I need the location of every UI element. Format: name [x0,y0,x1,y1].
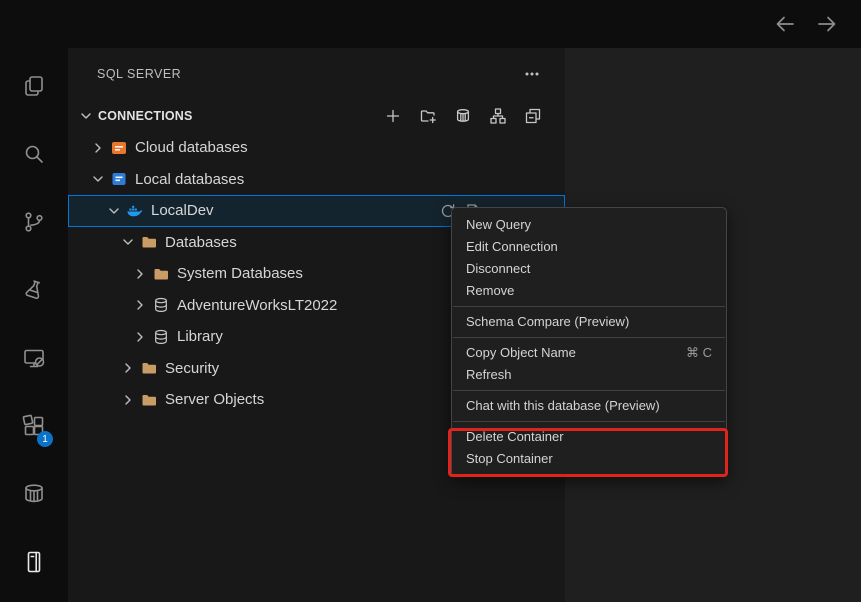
menu-item-copy-object-name[interactable]: Copy Object Name ⌘ C [452,342,726,364]
chevron-down-icon[interactable] [90,171,106,187]
chevron-right-icon[interactable] [132,297,148,313]
chevron-down-icon[interactable] [120,234,136,250]
chevron-right-icon[interactable] [132,266,148,282]
chevron-down-icon[interactable] [106,203,122,219]
folder-icon [153,266,169,282]
menu-item-label: Refresh [466,364,512,386]
menu-item-delete-container[interactable]: Delete Container [452,426,726,448]
new-connection-group-icon[interactable] [420,108,436,124]
source-control-icon [22,210,46,234]
ellipsis-icon [523,65,541,83]
folder-icon [141,234,157,250]
test-beaker-icon [22,278,46,302]
menu-item-stop-container[interactable]: Stop Container [452,448,726,470]
chevron-right-icon[interactable] [90,140,106,156]
tree-item-label: Databases [165,234,237,251]
activity-remote-explorer[interactable] [0,324,68,392]
add-connection-icon[interactable] [385,108,401,124]
arrow-right-icon [815,12,839,36]
remote-monitor-icon [22,346,46,370]
server-group-icon[interactable] [490,108,506,124]
container-icon [22,482,46,506]
activity-explorer[interactable] [0,52,68,120]
local-databases-icon [111,171,127,187]
sidebar-header: SQL SERVER [68,48,565,100]
menu-item-refresh[interactable]: Refresh [452,364,726,386]
activity-source-control[interactable] [0,188,68,256]
extensions-badge: 1 [37,431,53,447]
chevron-right-icon[interactable] [120,392,136,408]
menu-separator [453,421,725,422]
tree-item-label: System Databases [177,265,303,282]
menu-item-schema-compare[interactable]: Schema Compare (Preview) [452,311,726,333]
workbench: 1 SQL SERVER CONNECTIONS [0,48,861,602]
sql-server-icon [22,550,46,574]
sidebar-title: SQL SERVER [97,67,181,81]
tree-item-label: LocalDev [151,202,214,219]
tree-item-label: Server Objects [165,391,264,408]
folder-icon [141,360,157,376]
activity-extensions[interactable]: 1 [0,392,68,460]
tree-item-label: Cloud databases [135,139,248,156]
chevron-down-icon[interactable] [78,108,94,124]
menu-item-new-query[interactable]: New Query [452,214,726,236]
collapse-all-icon[interactable] [525,108,541,124]
menu-item-remove[interactable]: Remove [452,280,726,302]
menu-separator [453,390,725,391]
activity-containers[interactable] [0,460,68,528]
activity-testing[interactable] [0,256,68,324]
explorer-icon [22,74,46,98]
navigate-back-button[interactable] [773,12,797,36]
titlebar [0,0,861,48]
chevron-right-icon[interactable] [132,329,148,345]
database-icon [153,329,169,345]
menu-separator [453,306,725,307]
more-actions-button[interactable] [523,65,541,83]
deploy-container-icon[interactable] [455,108,471,124]
menu-item-chat-with-database[interactable]: Chat with this database (Preview) [452,395,726,417]
context-menu: New Query Edit Connection Disconnect Rem… [451,207,727,477]
menu-separator [453,337,725,338]
folder-icon [141,392,157,408]
tree-item-cloud-databases[interactable]: Cloud databases [68,132,565,164]
menu-item-disconnect[interactable]: Disconnect [452,258,726,280]
menu-item-label: Chat with this database (Preview) [466,395,660,417]
menu-item-label: Schema Compare (Preview) [466,311,629,333]
navigate-forward-button[interactable] [815,12,839,36]
tree-item-label: Security [165,360,219,377]
search-icon [22,142,46,166]
database-icon [153,297,169,313]
docker-container-icon [127,203,143,219]
menu-item-shortcut: ⌘ C [686,342,712,364]
chevron-right-icon[interactable] [120,360,136,376]
menu-item-label: Remove [466,280,514,302]
activity-sql-server[interactable] [0,528,68,596]
activity-search[interactable] [0,120,68,188]
connections-label: CONNECTIONS [98,109,193,123]
menu-item-label: New Query [466,214,531,236]
menu-item-label: Copy Object Name [466,342,576,364]
tree-item-label: Library [177,328,223,345]
arrow-left-icon [773,12,797,36]
tree-item-label: AdventureWorksLT2022 [177,297,337,314]
tree-item-label: Local databases [135,171,244,188]
tree-item-local-databases[interactable]: Local databases [68,164,565,196]
vscode-window: 1 SQL SERVER CONNECTIONS [0,0,861,602]
connections-toolbar [385,108,541,124]
menu-item-label: Edit Connection [466,236,558,258]
menu-item-edit-connection[interactable]: Edit Connection [452,236,726,258]
cloud-databases-icon [111,140,127,156]
activity-bar: 1 [0,48,68,602]
menu-item-label: Stop Container [466,448,553,470]
menu-item-label: Disconnect [466,258,530,280]
menu-item-label: Delete Container [466,426,564,448]
connections-section-header[interactable]: CONNECTIONS [68,100,565,132]
